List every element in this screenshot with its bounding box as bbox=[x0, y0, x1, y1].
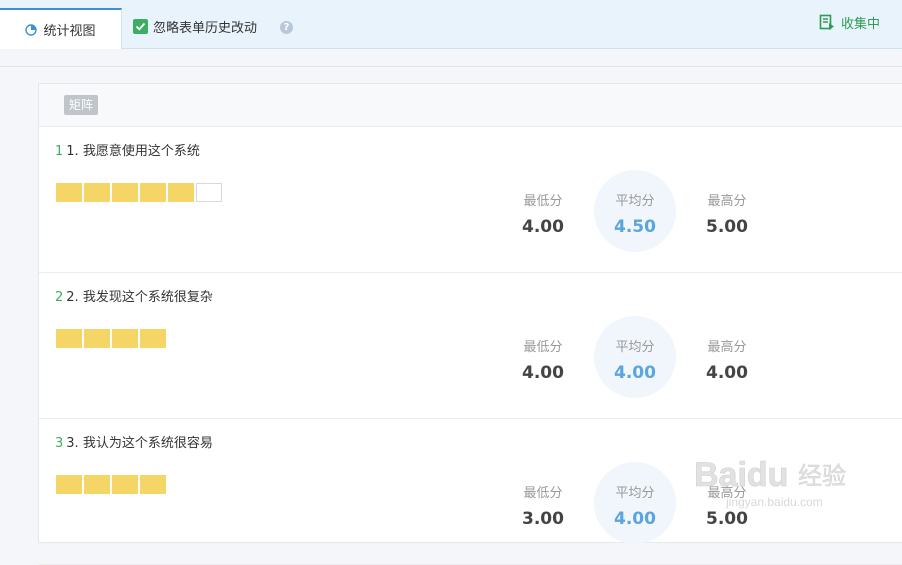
form-collect-icon bbox=[819, 14, 834, 30]
collecting-status-button[interactable]: 收集中 bbox=[819, 12, 880, 32]
rating-bar-filled bbox=[56, 475, 82, 494]
help-icon[interactable]: ? bbox=[280, 21, 293, 34]
question-number: 1 bbox=[55, 144, 64, 159]
question-text: 3. 我认为这个系统很容易 bbox=[66, 436, 213, 451]
question-number: 3 bbox=[55, 436, 64, 451]
rating-bar-filled bbox=[112, 183, 138, 202]
min-score: 最低分 3.00 bbox=[508, 482, 578, 529]
collecting-label: 收集中 bbox=[840, 16, 880, 32]
avg-score: 平均分 4.50 bbox=[600, 190, 670, 237]
min-score-value: 3.00 bbox=[522, 509, 564, 529]
rating-bars bbox=[56, 329, 166, 348]
rating-bar-filled bbox=[112, 475, 138, 494]
question-row: 3 3. 我认为这个系统很容易 最低分 3.00 平均分 4.00 最高分 5.0… bbox=[39, 419, 902, 565]
max-score-label: 最高分 bbox=[707, 340, 747, 355]
rating-bar-filled bbox=[140, 475, 166, 494]
question-title: 3 3. 我认为这个系统很容易 bbox=[55, 432, 213, 451]
rating-bar-filled bbox=[84, 475, 110, 494]
rating-bar-empty bbox=[196, 183, 222, 202]
rating-bars bbox=[56, 183, 222, 202]
question-row: 1 1. 我愿意使用这个系统 最低分 4.00 平均分 4.50 最高分 5.00 bbox=[39, 127, 902, 273]
min-score-label: 最低分 bbox=[523, 486, 563, 501]
avg-score-label: 平均分 bbox=[615, 486, 655, 501]
pie-chart-icon bbox=[25, 23, 38, 36]
question-text: 1. 我愿意使用这个系统 bbox=[66, 144, 200, 159]
question-title: 1 1. 我愿意使用这个系统 bbox=[55, 140, 200, 159]
top-toolbar: 统计视图 忽略表单历史改动 ? 收集中 bbox=[0, 0, 902, 49]
max-score-value: 5.00 bbox=[706, 509, 748, 529]
question-number: 2 bbox=[55, 290, 64, 305]
min-score-label: 最低分 bbox=[523, 194, 563, 209]
avg-score-value: 4.50 bbox=[614, 217, 656, 237]
rating-bar-filled bbox=[140, 183, 166, 202]
rating-bar-filled bbox=[84, 329, 110, 348]
tab-stats-view[interactable]: 统计视图 bbox=[0, 8, 122, 49]
avg-score-label: 平均分 bbox=[615, 194, 655, 209]
rating-bar-filled bbox=[56, 183, 82, 202]
min-score-label: 最低分 bbox=[523, 340, 563, 355]
ignore-history-label: 忽略表单历史改动 bbox=[153, 20, 258, 36]
max-score-value: 4.00 bbox=[706, 363, 748, 383]
min-score-value: 4.00 bbox=[522, 217, 564, 237]
rating-bar-filled bbox=[56, 329, 82, 348]
max-score: 最高分 5.00 bbox=[692, 482, 762, 529]
min-score: 最低分 4.00 bbox=[508, 190, 578, 237]
avg-score: 平均分 4.00 bbox=[600, 482, 670, 529]
max-score: 最高分 4.00 bbox=[692, 336, 762, 383]
checkmark-icon[interactable] bbox=[133, 18, 148, 34]
avg-score: 平均分 4.00 bbox=[600, 336, 670, 383]
question-title: 2 2. 我发现这个系统很复杂 bbox=[55, 286, 213, 305]
question-row: 2 2. 我发现这个系统很复杂 最低分 4.00 平均分 4.00 最高分 4.0… bbox=[39, 273, 902, 419]
avg-score-label: 平均分 bbox=[615, 340, 655, 355]
rating-bar-filled bbox=[168, 183, 194, 202]
min-score-value: 4.00 bbox=[522, 363, 564, 383]
matrix-badge: 矩阵 bbox=[64, 95, 99, 115]
matrix-panel: 矩阵 1 1. 我愿意使用这个系统 最低分 4.00 平均分 4.50 最高分 5… bbox=[38, 83, 902, 565]
rating-bars bbox=[56, 475, 166, 494]
rating-bar-filled bbox=[112, 329, 138, 348]
divider bbox=[0, 66, 902, 67]
max-score-label: 最高分 bbox=[707, 486, 747, 501]
panel-header: 矩阵 bbox=[39, 84, 902, 127]
max-score-value: 5.00 bbox=[706, 217, 748, 237]
avg-score-value: 4.00 bbox=[614, 363, 656, 383]
question-text: 2. 我发现这个系统很复杂 bbox=[66, 290, 213, 305]
rating-bar-filled bbox=[84, 183, 110, 202]
max-score: 最高分 5.00 bbox=[692, 190, 762, 237]
rating-bar-filled bbox=[140, 329, 166, 348]
avg-score-value: 4.00 bbox=[614, 509, 656, 529]
ignore-history-checkbox[interactable]: 忽略表单历史改动 bbox=[133, 17, 258, 36]
min-score: 最低分 4.00 bbox=[508, 336, 578, 383]
max-score-label: 最高分 bbox=[707, 194, 747, 209]
tab-stats-view-label: 统计视图 bbox=[43, 24, 96, 39]
